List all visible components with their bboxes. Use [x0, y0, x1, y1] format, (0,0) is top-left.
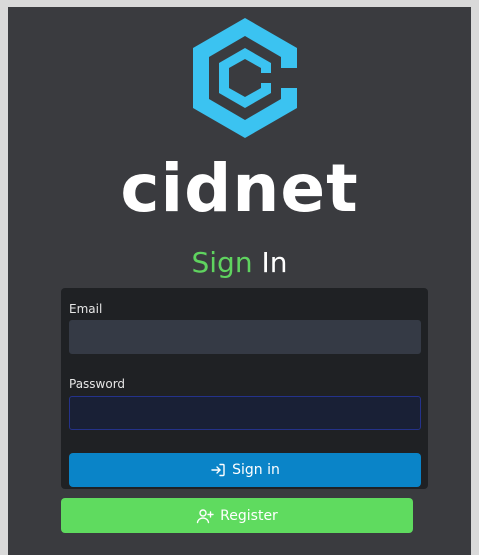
- login-form: Email Password Sign in: [61, 288, 428, 489]
- sign-in-label: Sign in: [232, 462, 280, 478]
- register-label: Register: [220, 507, 278, 524]
- sign-in-arrow-icon: [211, 463, 225, 477]
- password-field[interactable]: [69, 396, 421, 430]
- email-label: Email: [69, 302, 103, 316]
- sign-in-button[interactable]: Sign in: [69, 453, 421, 487]
- page-title: Sign In: [8, 243, 471, 283]
- user-plus-icon: [196, 508, 214, 523]
- email-field[interactable]: [69, 320, 421, 354]
- brand-wordmark: cidnet: [120, 150, 359, 227]
- title-accent: Sign: [191, 246, 253, 279]
- hexagon-c-logo: [193, 18, 297, 138]
- password-label: Password: [69, 377, 126, 391]
- register-button[interactable]: Register: [61, 498, 413, 533]
- title-rest: In: [252, 246, 288, 279]
- login-page: cidnet Sign In Email Password Sign in: [8, 7, 471, 555]
